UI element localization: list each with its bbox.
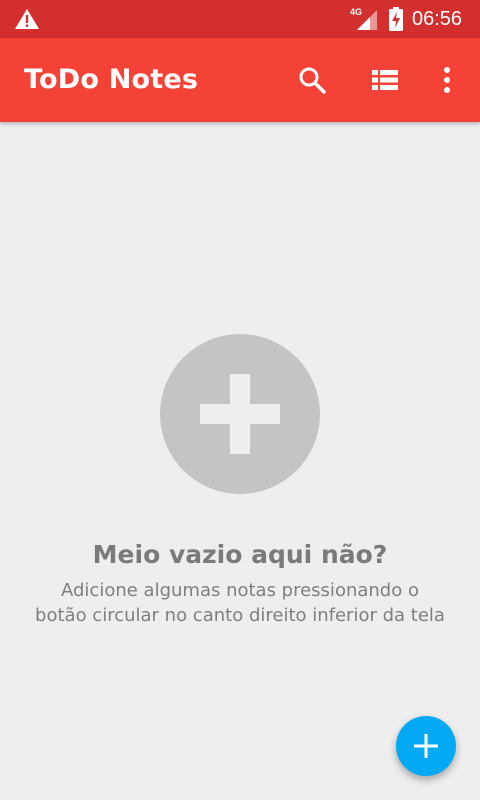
empty-state-title: Meio vazio aqui não? [92, 540, 388, 569]
app-bar: ToDo Notes [0, 38, 480, 122]
status-time: 06:56 [412, 8, 463, 30]
search-button[interactable] [294, 62, 330, 98]
empty-state-description: Adicione algumas notas pressionando o bo… [20, 578, 460, 628]
view-toggle-button[interactable] [367, 62, 403, 98]
search-icon [299, 67, 326, 94]
signal-icon: 4G [350, 7, 377, 30]
add-icon [414, 734, 438, 758]
more-vert-icon [444, 67, 450, 93]
status-bar: 4G 06:56 [0, 0, 480, 38]
empty-state-illustration [160, 334, 320, 494]
view-list-icon [372, 70, 398, 90]
battery-charging-icon [389, 7, 403, 31]
overflow-menu-button[interactable] [429, 62, 465, 98]
warning-icon [15, 9, 39, 29]
network-type-label: 4G [350, 7, 362, 17]
app-title: ToDo Notes [24, 64, 199, 95]
add-note-fab[interactable] [396, 716, 456, 776]
empty-state-description-line-2: botão circular no canto direito inferior… [35, 605, 445, 626]
empty-state-description-line-1: Adicione algumas notas pressionando o [61, 580, 419, 601]
